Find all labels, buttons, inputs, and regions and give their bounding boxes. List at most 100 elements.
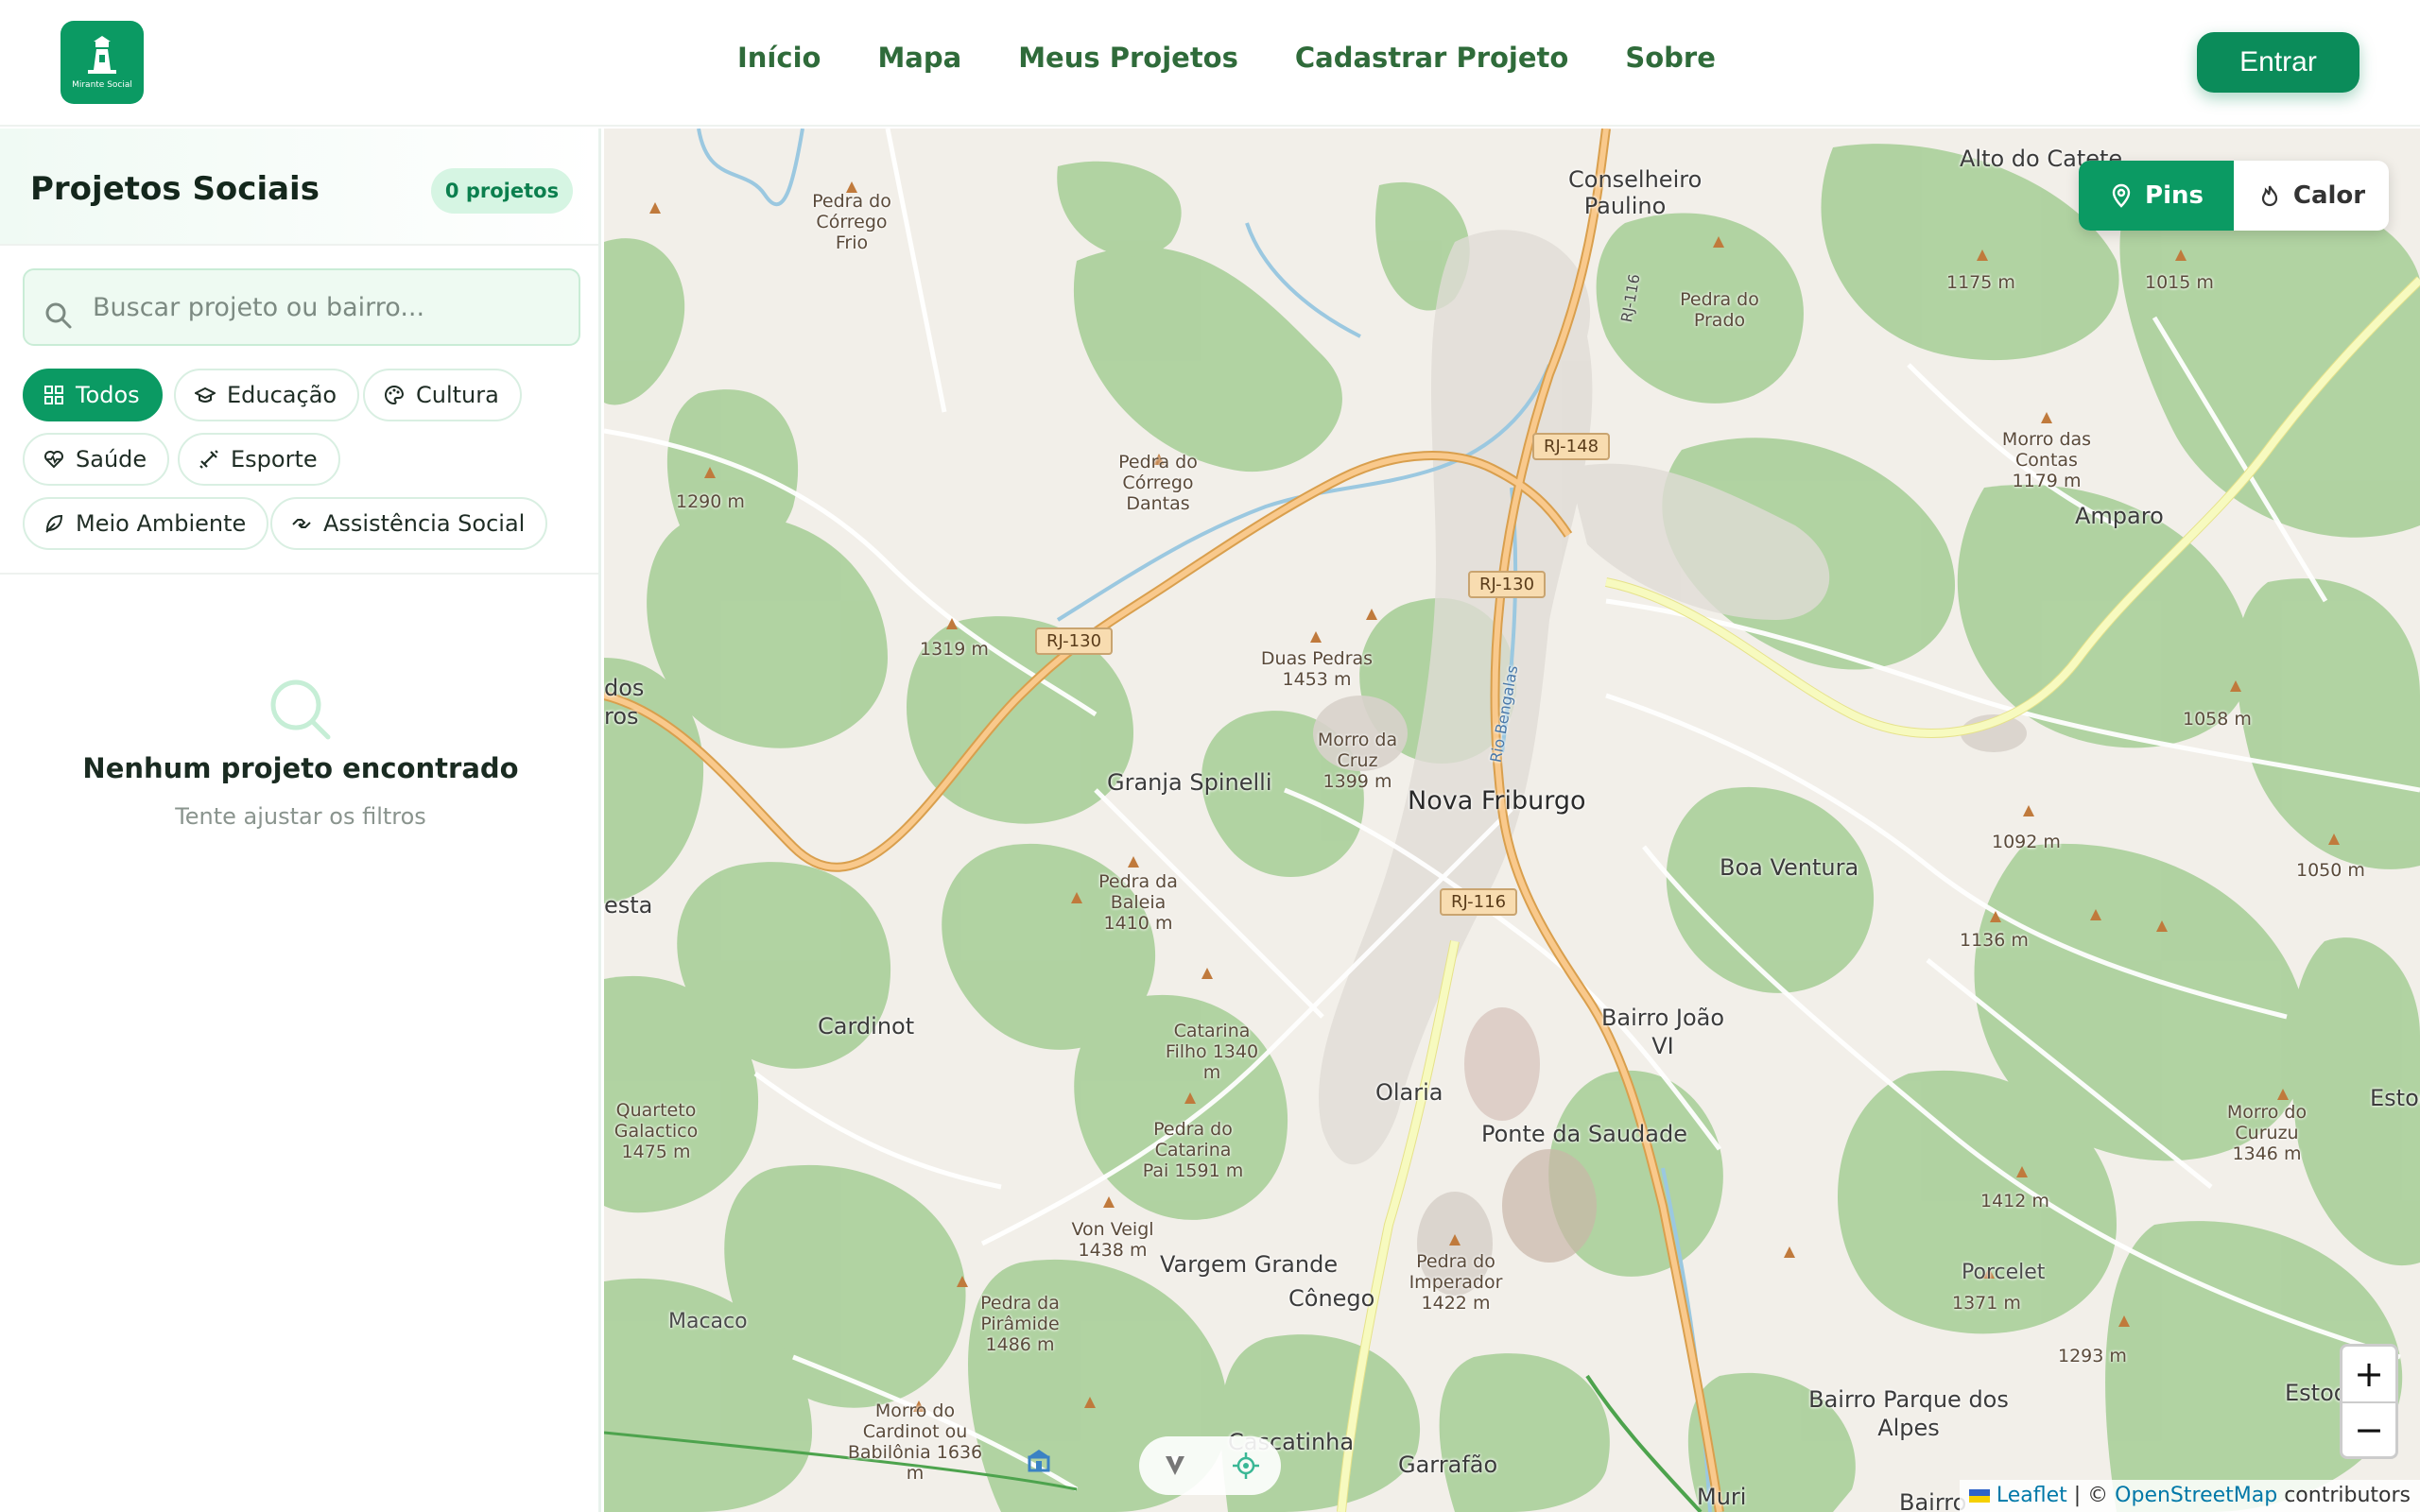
sidebar-header: Projetos Sociais 0 projetos [0,129,598,246]
peak-label: 1293 m [2058,1346,2127,1366]
peak-label: 1412 m [1980,1191,2049,1211]
peak-label: Pedra do Catarina Pai 1591 m [1142,1119,1244,1181]
leaf-icon [45,514,63,533]
map-label-bairro-joao-vi: Bairro João VI [1600,1005,1725,1059]
road-shield: RJ-130 [1468,571,1547,598]
search-box [23,268,580,346]
map-label-dos: dos [604,675,645,701]
navigation-arrow-icon[interactable] [1162,1452,1188,1479]
peak-label: 1050 m [2296,860,2365,881]
search-icon [45,302,72,329]
peak-label: Pedra da Pirâmide 1486 m [980,1293,1060,1355]
map-layer-toggle: Pins Calor [2079,161,2389,231]
filter-saude[interactable]: Saúde [23,433,170,486]
filter-label: Meio Ambiente [76,510,247,537]
filter-label: Saúde [76,446,147,472]
peak-label: Von Veigl 1438 m [1071,1219,1154,1261]
graduation-cap-icon [195,387,216,403]
nav-cadastrar-projeto[interactable]: Cadastrar Projeto [1295,42,1568,74]
login-button[interactable]: Entrar [2197,32,2360,93]
filter-educacao[interactable]: Educação [174,369,360,421]
map-label-conselheiro-paulino: Conselheiro Paulino [1568,166,1703,219]
filter-todos[interactable]: Todos [23,369,163,421]
top-header: Mirante Social Início Mapa Meus Projetos… [0,0,2420,127]
filter-assistencia-social[interactable]: Assistência Social [270,497,548,550]
map-label-ros: ros [604,703,639,730]
nav-mapa[interactable]: Mapa [877,42,961,74]
peak-label: Pedra do Imperador 1422 m [1409,1251,1503,1314]
map-label-esta: esta [604,892,653,919]
peak-label: Pedra do Prado [1680,289,1759,331]
peak-label: Morro da Cruz 1399 m [1317,730,1398,792]
logo-text: Mirante Social [72,79,132,90]
map-label-bairro-parque-dos-alpes: Bairro Parque dos Alpes [1808,1386,2009,1441]
filters-divider [0,573,598,575]
filter-cultura[interactable]: Cultura [363,369,522,421]
filter-label: Todos [76,382,140,408]
leaflet-link[interactable]: Leaflet [1996,1484,2067,1507]
filter-esporte[interactable]: Esporte [178,433,340,486]
map-label-estoq: Estoq [2370,1085,2420,1111]
empty-state-title: Nenhum projeto encontrado [82,752,519,784]
map-pin-icon [2112,183,2131,208]
locate-icon[interactable] [1232,1452,1259,1479]
map-label-conego: Cônego [1288,1285,1375,1312]
peak-label: 1136 m [1960,930,2029,951]
dumbbell-icon [199,450,218,469]
ukraine-flag-icon [1968,1489,1990,1503]
osm-link[interactable]: OpenStreetMap [2115,1484,2277,1507]
filter-label: Cultura [416,382,499,408]
map-label-vargem-grande: Vargem Grande [1160,1251,1339,1278]
peak-label: 1175 m [1946,272,2015,293]
peak-label: 1092 m [1992,832,2061,852]
map-bottom-widget [1139,1436,1281,1495]
map-label-cardinot: Cardinot [818,1013,915,1040]
map-label-olaria: Olaria [1375,1079,1443,1106]
road-shield: RJ-130 [1035,627,1114,655]
peak-label: Morro do Curuzu 1346 m [2226,1102,2308,1164]
map-label-ponte-da-saudade: Ponte da Saudade [1481,1121,1687,1147]
project-count-badge: 0 projetos [431,168,573,214]
attribution-separator: | © [2073,1484,2109,1507]
flame-icon [2261,185,2277,207]
filter-meio-ambiente[interactable]: Meio Ambiente [23,497,269,550]
main-nav: Início Mapa Meus Projetos Cadastrar Proj… [737,42,1772,74]
filter-label: Esporte [231,446,318,472]
peak-label: Duas Pedras 1453 m [1260,648,1374,690]
school-poi-icon[interactable] [1026,1448,1052,1474]
zoom-control: + − [2340,1344,2398,1459]
pins-layer-button[interactable]: Pins [2079,161,2234,231]
heat-layer-button[interactable]: Calor [2234,161,2389,231]
map-label-macaco: Macaco [668,1310,748,1333]
map-tiles [604,129,2420,1512]
search-input[interactable] [93,284,565,331]
peak-label: Pedra da Baleia 1410 m [1098,871,1178,934]
map-label-muri: Muri [1697,1484,1747,1510]
map-label-bairro: Bairro [1899,1489,1967,1512]
zoom-in-button[interactable]: + [2342,1347,2395,1401]
app-logo[interactable]: Mirante Social [60,21,144,104]
handshake-icon [292,519,311,528]
peak-label: 1290 m [676,491,745,512]
peak-label: 1058 m [2183,709,2252,730]
heart-pulse-icon [44,451,63,469]
nav-meus-projetos[interactable]: Meus Projetos [1018,42,1238,74]
nav-inicio[interactable]: Início [737,42,821,74]
peak-label: 1015 m [2145,272,2214,293]
palette-icon [385,385,404,405]
sidebar-title: Projetos Sociais [30,170,320,208]
attribution-suffix: contributors [2284,1484,2411,1507]
map-attribution: Leaflet | © OpenStreetMap contributors [1959,1480,2420,1512]
road-shield: RJ-148 [1532,433,1611,460]
zoom-out-button[interactable]: − [2342,1401,2395,1456]
map-view[interactable]: RJ-148 RJ-130 RJ-130 RJ-116 RJ-116 Rio B… [604,129,2420,1512]
peak-label: 1319 m [920,639,989,660]
empty-search-icon [270,679,331,740]
heat-label: Calor [2292,181,2366,210]
peak-label: Pedra do Córrego Dantas [1118,452,1198,514]
road-shield: RJ-116 [1440,888,1518,916]
map-label-granja-spinelli: Granja Spinelli [1107,769,1272,796]
peak-label: Quarteto Galactico 1475 m [614,1100,699,1162]
peak-label: 1371 m [1952,1293,2021,1314]
nav-sobre[interactable]: Sobre [1625,42,1716,74]
